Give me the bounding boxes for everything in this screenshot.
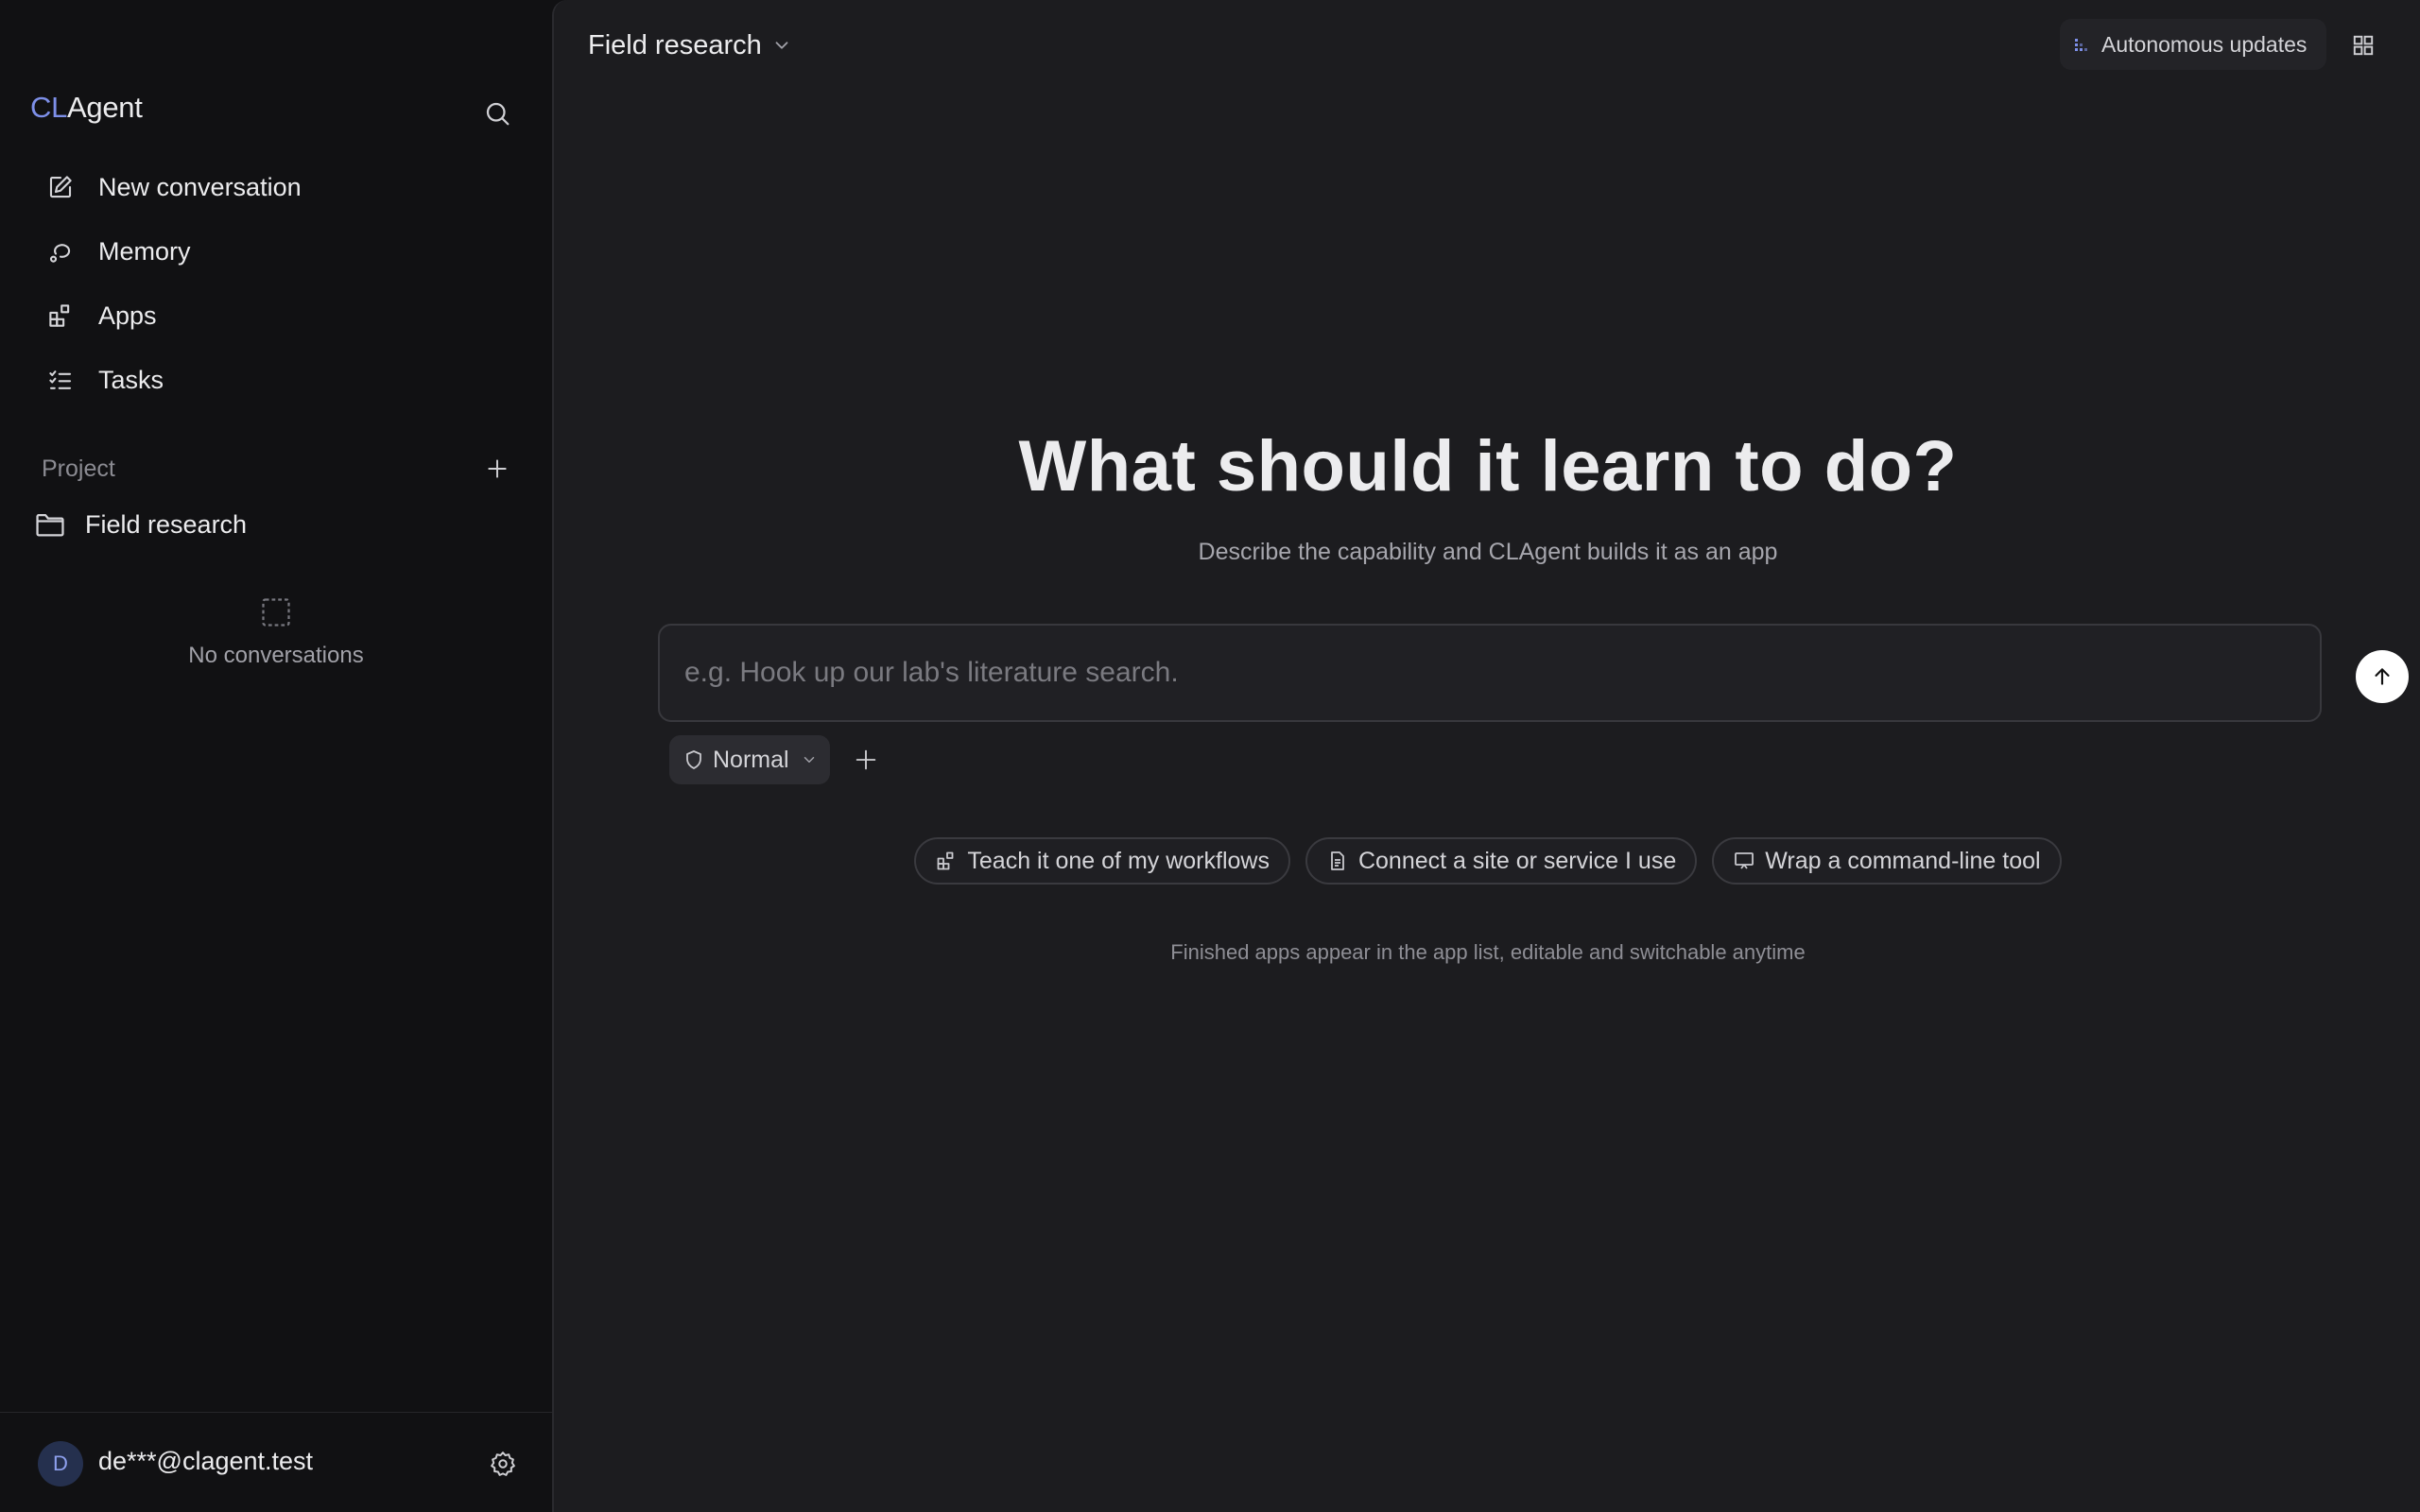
sidebar-item-apps[interactable]: Apps	[30, 284, 522, 348]
plus-icon	[488, 459, 507, 478]
avatar[interactable]: D	[38, 1441, 83, 1486]
gear-icon	[491, 1452, 515, 1476]
sidebar-item-tasks[interactable]: Tasks	[30, 348, 522, 412]
apps-icon	[935, 850, 958, 872]
project-label: Field research	[85, 509, 248, 539]
footer-hint: Finished apps appear in the app list, ed…	[1170, 940, 1806, 964]
composer	[658, 624, 2409, 722]
folder-icon	[34, 508, 72, 541]
sidebar-item-new-conversation[interactable]: New conversation	[30, 155, 522, 219]
add-attachment-button[interactable]	[849, 743, 883, 777]
page-subtitle: Describe the capability and CLAgent buil…	[1198, 539, 1778, 565]
sidebar-item-label: New conversation	[98, 172, 302, 201]
chevron-down-icon	[771, 35, 792, 56]
app-window: CLAgent New conversation Memory Apps Tas…	[0, 0, 2420, 1512]
settings-button[interactable]	[482, 1443, 524, 1485]
section-label: Project	[42, 455, 115, 482]
chevron-down-icon	[801, 751, 818, 768]
sidebar-footer: D de***@clagent.test	[0, 1412, 552, 1512]
search-button[interactable]	[476, 93, 518, 134]
autonomous-updates-label: Autonomous updates	[2101, 31, 2308, 57]
search-icon	[486, 102, 510, 126]
add-project-button[interactable]	[480, 452, 514, 486]
mode-selector[interactable]: Normal	[669, 735, 830, 784]
page-title: What should it learn to do?	[1018, 426, 1958, 507]
memory-icon	[30, 219, 91, 284]
bar-chart-icon	[2073, 35, 2092, 54]
arrow-up-icon	[2375, 668, 2390, 685]
top-bar: Field research Autonomous updates	[554, 0, 2420, 91]
suggestion-chip-workflows[interactable]: Teach it one of my workflows	[914, 837, 1290, 885]
app-logo[interactable]: CLAgent	[30, 91, 143, 125]
layout-button[interactable]	[2342, 25, 2384, 66]
suggestion-chip-label: Wrap a command-line tool	[1765, 847, 2041, 874]
empty-state: No conversations	[0, 595, 552, 669]
sidebar-item-label: Apps	[98, 301, 157, 330]
document-icon	[1326, 850, 1349, 872]
tasks-icon	[30, 348, 91, 412]
monitor-icon	[1733, 850, 1755, 872]
suggestion-chip-connect[interactable]: Connect a site or service I use	[1305, 837, 1698, 885]
apps-icon	[30, 284, 91, 348]
empty-box-icon	[0, 595, 552, 629]
project-section-header: Project	[42, 450, 514, 488]
empty-state-text: No conversations	[188, 643, 364, 668]
logo-suffix: Agent	[67, 91, 143, 124]
logo-prefix: CL	[30, 91, 68, 124]
suggestion-chip-cli[interactable]: Wrap a command-line tool	[1712, 837, 2062, 885]
suggestion-chip-label: Connect a site or service I use	[1357, 847, 1677, 874]
user-email[interactable]: de***@clagent.test	[98, 1447, 313, 1476]
grid-icon	[2353, 35, 2374, 56]
project-switcher-label: Field research	[588, 29, 762, 60]
sidebar-item-memory[interactable]: Memory	[30, 219, 522, 284]
shield-icon	[683, 748, 705, 771]
prompt-input[interactable]	[684, 648, 2159, 697]
edit-icon	[30, 155, 91, 219]
project-switcher[interactable]: Field research	[588, 26, 792, 64]
sidebar-nav: New conversation Memory Apps Tasks	[30, 155, 522, 412]
mode-label: Normal	[713, 746, 789, 773]
suggestion-chips: Teach it one of my workflows Connect a s…	[554, 837, 2420, 885]
send-button[interactable]	[2356, 650, 2409, 703]
sidebar-item-project[interactable]: Field research	[34, 503, 526, 546]
main-panel: Field research Autonomous updates What s…	[552, 0, 2420, 1512]
plus-icon	[856, 749, 876, 770]
sidebar-item-label: Memory	[98, 236, 191, 266]
autonomous-updates-button[interactable]: Autonomous updates	[2060, 19, 2326, 70]
suggestion-chip-label: Teach it one of my workflows	[967, 847, 1270, 874]
sidebar-item-label: Tasks	[98, 365, 164, 394]
sidebar: CLAgent New conversation Memory Apps Tas…	[0, 0, 552, 1512]
